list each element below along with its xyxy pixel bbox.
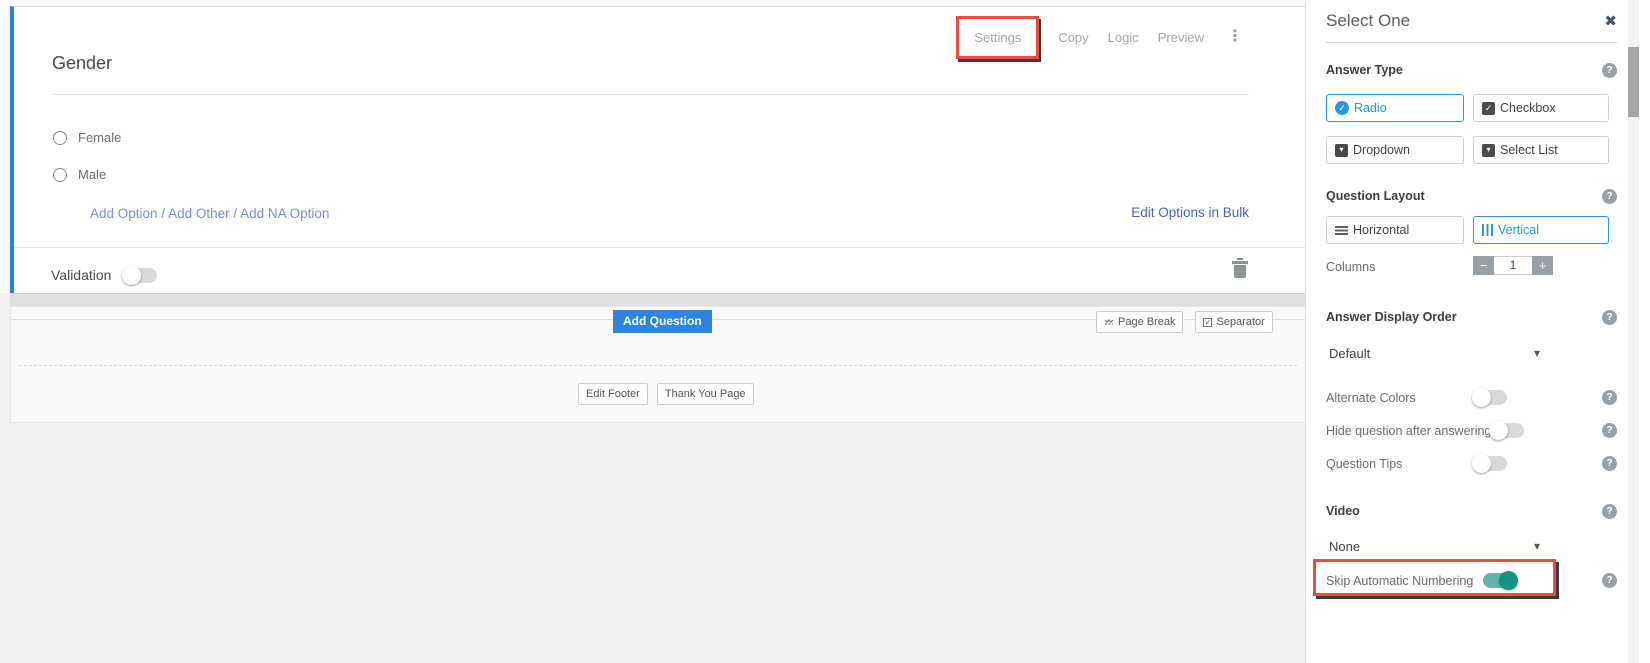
question-tips-toggle[interactable]: [1474, 456, 1507, 471]
survey-builder-page: Settings Copy Logic Preview ⋮ Gender Fem…: [0, 0, 1650, 663]
panel-title: Select One: [1326, 11, 1410, 31]
validation-label: Validation: [51, 267, 111, 283]
hide-question-toggle[interactable]: [1491, 423, 1524, 438]
columns-decrement-button[interactable]: −: [1473, 256, 1494, 275]
validation-toggle[interactable]: [124, 268, 157, 283]
help-icon[interactable]: [1602, 390, 1617, 405]
answer-display-order-select[interactable]: Default ▾: [1326, 344, 1540, 362]
page-break-icon: [1104, 317, 1114, 327]
radio-button-icon[interactable]: [53, 131, 67, 145]
columns-stepper: − 1 +: [1473, 256, 1553, 275]
scrollbar-track[interactable]: [1628, 0, 1639, 663]
answer-type-label: Answer Type: [1326, 63, 1403, 77]
horizontal-lines-icon: [1335, 226, 1348, 235]
radio-button-icon[interactable]: [53, 168, 67, 182]
footer-buttons: Edit Footer Thank You Page: [578, 383, 754, 405]
help-icon[interactable]: [1602, 504, 1617, 519]
skip-automatic-numbering-label: Skip Automatic Numbering: [1326, 574, 1473, 588]
add-option-link[interactable]: Add Option: [90, 206, 158, 221]
insert-controls: Page Break Separator: [1096, 311, 1273, 333]
checkbox-check-icon: [1482, 102, 1495, 115]
scrollbar-thumb[interactable]: [1628, 47, 1639, 117]
annotation-settings-box: Settings: [956, 16, 1039, 59]
logic-button[interactable]: Logic: [1108, 30, 1139, 45]
settings-button[interactable]: Settings: [974, 30, 1021, 45]
columns-value[interactable]: 1: [1494, 256, 1532, 275]
help-icon[interactable]: [1602, 456, 1617, 471]
skip-automatic-numbering-toggle[interactable]: [1483, 573, 1516, 588]
columns-label: Columns: [1326, 260, 1375, 274]
chevron-down-icon: ▾: [1534, 346, 1540, 360]
help-icon[interactable]: [1602, 423, 1617, 438]
add-other-link[interactable]: Add Other: [168, 206, 230, 221]
close-icon[interactable]: ✖: [1604, 12, 1617, 30]
title-divider: [52, 94, 1249, 95]
validation-row: Validation: [51, 259, 157, 291]
chevron-down-icon: ▾: [1534, 539, 1540, 553]
question-tips-label: Question Tips: [1326, 457, 1474, 471]
layout-horizontal-button[interactable]: Horizontal: [1326, 216, 1464, 244]
option-label[interactable]: Male: [78, 167, 106, 182]
columns-increment-button[interactable]: +: [1532, 256, 1553, 275]
panel-divider: [1326, 42, 1617, 43]
question-action-bar: Settings Copy Logic Preview ⋮: [956, 13, 1243, 61]
question-settings-panel: Select One ✖ Answer Type Radio Checkbox …: [1305, 0, 1650, 663]
dropdown-caret-icon: [1335, 144, 1348, 157]
link-separator: /: [230, 206, 241, 221]
add-na-option-link[interactable]: Add NA Option: [240, 206, 329, 221]
page-break-button[interactable]: Page Break: [1096, 311, 1183, 333]
video-label: Video: [1326, 504, 1360, 518]
layout-vertical-button[interactable]: Vertical: [1473, 216, 1609, 244]
separator-icon: [1203, 318, 1212, 327]
answer-option-row: Male: [53, 167, 106, 182]
preview-button[interactable]: Preview: [1158, 30, 1204, 45]
alternate-colors-toggle[interactable]: [1474, 390, 1507, 405]
link-separator: /: [158, 206, 169, 221]
answer-display-order-label: Answer Display Order: [1326, 310, 1457, 324]
card-divider: [14, 247, 1305, 248]
alternate-colors-label: Alternate Colors: [1326, 391, 1474, 405]
question-title[interactable]: Gender: [52, 53, 112, 74]
help-icon[interactable]: [1602, 310, 1617, 325]
edit-options-in-bulk-link[interactable]: Edit Options in Bulk: [1131, 205, 1249, 220]
delete-question-icon[interactable]: [1234, 265, 1246, 278]
dropdown-caret-icon: [1482, 144, 1495, 157]
answer-type-dropdown-button[interactable]: Dropdown: [1326, 136, 1464, 164]
answer-option-row: Female: [53, 130, 121, 145]
separator-button[interactable]: Separator: [1195, 311, 1272, 333]
help-icon[interactable]: [1602, 63, 1617, 78]
help-icon[interactable]: [1602, 573, 1617, 588]
add-option-links: Add Option / Add Other / Add NA Option: [90, 206, 329, 221]
vertical-bars-icon: [1482, 224, 1493, 236]
add-question-button[interactable]: Add Question: [613, 310, 712, 333]
builder-footer-area: Add Question Page Break Separator Edit F…: [10, 306, 1306, 423]
hide-question-label: Hide question after answering: [1326, 424, 1491, 438]
radio-check-icon: [1335, 101, 1349, 115]
left-strip: [0, 0, 10, 293]
copy-button[interactable]: Copy: [1058, 30, 1088, 45]
question-card: Settings Copy Logic Preview ⋮ Gender Fem…: [10, 6, 1306, 293]
card-gap: [10, 294, 1306, 306]
dashed-divider: [19, 365, 1297, 366]
more-options-icon[interactable]: ⋮: [1227, 30, 1243, 44]
help-icon[interactable]: [1602, 189, 1617, 204]
video-select[interactable]: None ▾: [1326, 537, 1540, 555]
thank-you-page-button[interactable]: Thank You Page: [657, 383, 754, 405]
option-label[interactable]: Female: [78, 130, 121, 145]
answer-type-checkbox-button[interactable]: Checkbox: [1473, 94, 1609, 122]
edit-footer-button[interactable]: Edit Footer: [578, 383, 648, 405]
question-layout-label: Question Layout: [1326, 189, 1425, 203]
answer-type-select-list-button[interactable]: Select List: [1473, 136, 1609, 164]
answer-type-radio-button[interactable]: Radio: [1326, 94, 1464, 122]
